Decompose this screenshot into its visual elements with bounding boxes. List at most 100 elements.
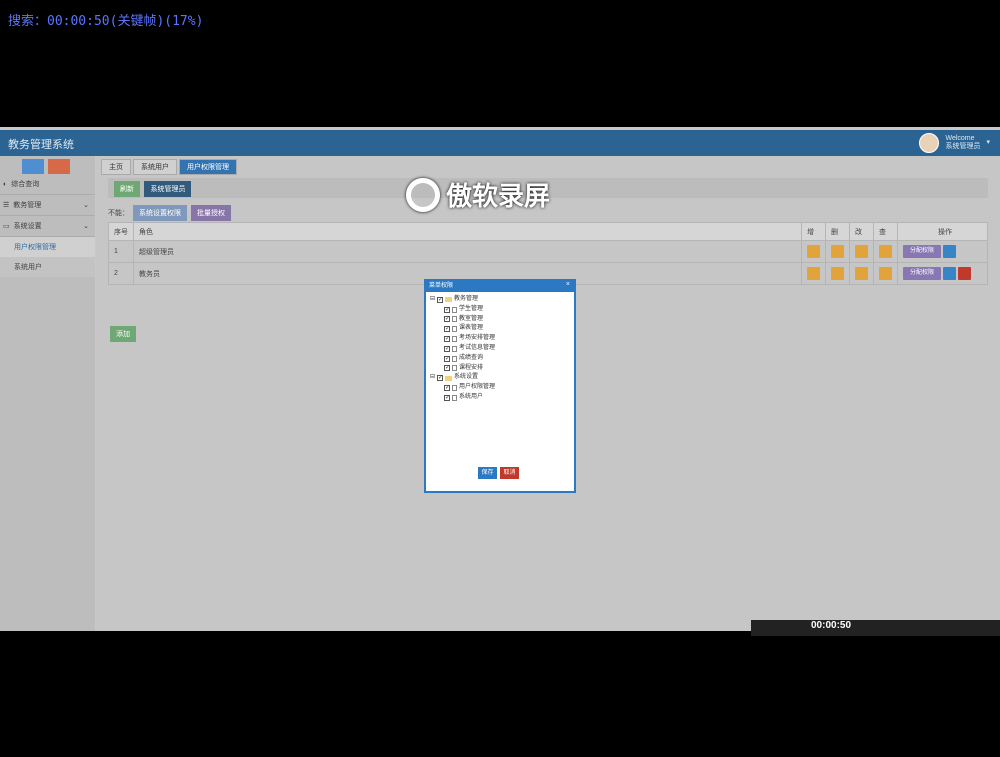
sidebar-item-settings[interactable]: ▭ 系统设置 ⌄ <box>0 216 95 237</box>
menu-permission-dialog: 菜单权限 × ⊟ ✓ 教务管理 ✓ 学生管理 ✓ 教室管理 ✓ 课表管理 ✓ 考场安排管理 … <box>424 279 576 493</box>
delete-icon[interactable] <box>831 267 844 280</box>
edit-icon[interactable] <box>807 245 820 258</box>
tree-leaf[interactable]: ✓ 教室管理 <box>430 315 570 325</box>
recorder-control-bar[interactable]: 00:00:50 <box>751 620 1000 636</box>
avatar[interactable] <box>919 133 940 153</box>
trash-icon[interactable] <box>957 267 971 280</box>
close-icon[interactable]: × <box>566 281 570 288</box>
tab-users[interactable]: 系统用户 <box>133 159 177 175</box>
dashboard-icon: ◐ <box>3 180 8 188</box>
welcome-text: Welcome <box>945 135 975 142</box>
file-icon <box>452 316 457 323</box>
sidebar-item-label: 综合查询 <box>11 181 40 188</box>
row-role: 超级管理员 <box>133 240 802 263</box>
tree-group[interactable]: ⊟ ✓ 教务管理 <box>430 295 570 305</box>
recorder-watermark: 傲软录屏 <box>406 176 550 213</box>
col-header: 查 <box>873 222 898 241</box>
sidebar-item-label: 教务管理 <box>13 202 42 209</box>
file-icon <box>452 385 457 392</box>
col-header: 删 <box>825 222 850 241</box>
permission-tree: ⊟ ✓ 教务管理 ✓ 学生管理 ✓ 教室管理 ✓ 课表管理 ✓ 考场安排管理 ✓ 考试信息管理… <box>426 292 574 406</box>
user-menu[interactable]: Welcome 系统管理员 ▾ <box>919 133 990 153</box>
filter-label: 不能： <box>108 210 129 217</box>
folder-icon <box>445 297 453 303</box>
sidebar-folder-button[interactable] <box>48 159 70 174</box>
tree-leaf[interactable]: ✓ 系统用户 <box>430 393 570 403</box>
file-icon <box>452 306 457 313</box>
tab-permission[interactable]: 用户权限管理 <box>179 159 237 175</box>
delete-icon[interactable] <box>831 245 844 258</box>
search-icon[interactable] <box>879 245 892 258</box>
tree-leaf-label: 课表管理 <box>459 325 484 332</box>
add-role-button[interactable]: 添加 <box>110 326 136 342</box>
tab-bar: 主页 系统用户 用户权限管理 <box>101 159 237 175</box>
search-icon[interactable] <box>879 267 892 280</box>
chevron-down-icon: ⌄ <box>83 202 89 209</box>
tree-leaf[interactable]: ✓ 课表管理 <box>430 324 570 334</box>
sidebar-item-query[interactable]: ◐ 综合查询 <box>0 174 95 195</box>
watermark-text: 傲软录屏 <box>446 181 551 211</box>
col-header: 改 <box>849 222 874 241</box>
file-icon <box>452 394 457 401</box>
monitor-icon: ▭ <box>3 223 10 230</box>
permission-tab-button[interactable]: 系统管理员 <box>144 181 192 197</box>
file-icon <box>452 355 457 362</box>
video-frame: 搜索：00:00:50(关键帧)(17%) 教务管理系统 Welcome 系统管… <box>0 0 1000 757</box>
tree-leaf-label: 考试信息管理 <box>459 344 496 351</box>
tree-leaf[interactable]: ✓ 用户权限管理 <box>430 383 570 393</box>
sidebar-item-label: 系统设置 <box>13 223 42 230</box>
file-icon <box>452 326 457 333</box>
sidebar-subitem-users[interactable]: 系统用户 <box>0 257 95 277</box>
recorder-time: 00:00:50 <box>811 620 852 631</box>
tree-leaf-label: 考场安排管理 <box>459 335 496 342</box>
edit-role-icon[interactable] <box>942 267 956 280</box>
tab-home[interactable]: 主页 <box>101 159 131 175</box>
table-row: 1 超级管理员 分配权限 <box>108 240 988 263</box>
chevron-down-icon: ⌄ <box>83 223 89 230</box>
user-name: 系统管理员 <box>945 143 981 150</box>
modify-icon[interactable] <box>855 245 868 258</box>
top-navbar: 教务管理系统 Welcome 系统管理员 ▾ <box>0 130 1000 156</box>
tree-leaf[interactable]: ✓ 考场安排管理 <box>430 334 570 344</box>
cancel-button[interactable]: 取消 <box>500 467 519 479</box>
tree-leaf-label: 教室管理 <box>459 315 484 322</box>
tree-leaf[interactable]: ✓ 学生管理 <box>430 305 570 315</box>
chevron-down-icon[interactable]: ▾ <box>986 139 990 147</box>
col-header: 序号 <box>108 222 134 241</box>
col-header: 操作 <box>897 222 988 241</box>
assign-permission-button[interactable]: 分配权限 <box>903 267 941 280</box>
edit-icon[interactable] <box>807 267 820 280</box>
sidebar-subitem-permission[interactable]: 用户权限管理 <box>0 237 95 257</box>
batch-grant-button[interactable]: 批量授权 <box>191 205 231 221</box>
sidebar: ◐ 综合查询 ☰ 教务管理 ⌄ ▭ 系统设置 ⌄ 用户权限管理 系统用户 <box>0 156 95 631</box>
sidebar-item-teaching[interactable]: ☰ 教务管理 ⌄ <box>0 195 95 216</box>
tree-leaf-label: 学生管理 <box>459 305 484 312</box>
tree-leaf[interactable]: ✓ 成绩查询 <box>430 354 570 364</box>
tree-leaf-label: 用户权限管理 <box>459 384 496 391</box>
dialog-title-text: 菜单权限 <box>429 283 454 289</box>
tree-group[interactable]: ⊟ ✓ 系统设置 <box>430 373 570 383</box>
recorder-logo-icon <box>406 177 440 212</box>
save-button[interactable]: 保存 <box>478 467 497 479</box>
role-table: 序号 角色 增 删 改 查 操作 1 超级管理员 分配权限 2 教务员 分配权限 <box>108 222 988 285</box>
search-caption: 搜索：00:00:50(关键帧)(17%) <box>8 14 204 29</box>
sidebar-home-button[interactable] <box>22 159 44 174</box>
tree-leaf-label: 系统用户 <box>459 393 484 400</box>
tree-leaf-label: 课程安排 <box>459 364 484 371</box>
row-id: 1 <box>108 240 134 263</box>
assign-permission-button[interactable]: 分配权限 <box>903 245 941 258</box>
file-icon <box>452 345 457 352</box>
edit-role-icon[interactable] <box>942 245 956 258</box>
dialog-buttons: 保存 取消 <box>478 467 519 479</box>
refresh-button[interactable]: 刷新 <box>114 181 140 197</box>
tree-leaf[interactable]: ✓ 考试信息管理 <box>430 344 570 354</box>
system-permission-button[interactable]: 系统设置权限 <box>133 205 187 221</box>
folder-icon <box>445 375 453 381</box>
tree-leaf-label: 成绩查询 <box>459 354 484 361</box>
file-icon <box>452 336 457 343</box>
file-icon <box>452 365 457 372</box>
tree-leaf[interactable]: ✓ 课程安排 <box>430 364 570 374</box>
table-header: 序号 角色 增 删 改 查 操作 <box>108 222 988 241</box>
modify-icon[interactable] <box>855 267 868 280</box>
row-id: 2 <box>108 262 134 285</box>
